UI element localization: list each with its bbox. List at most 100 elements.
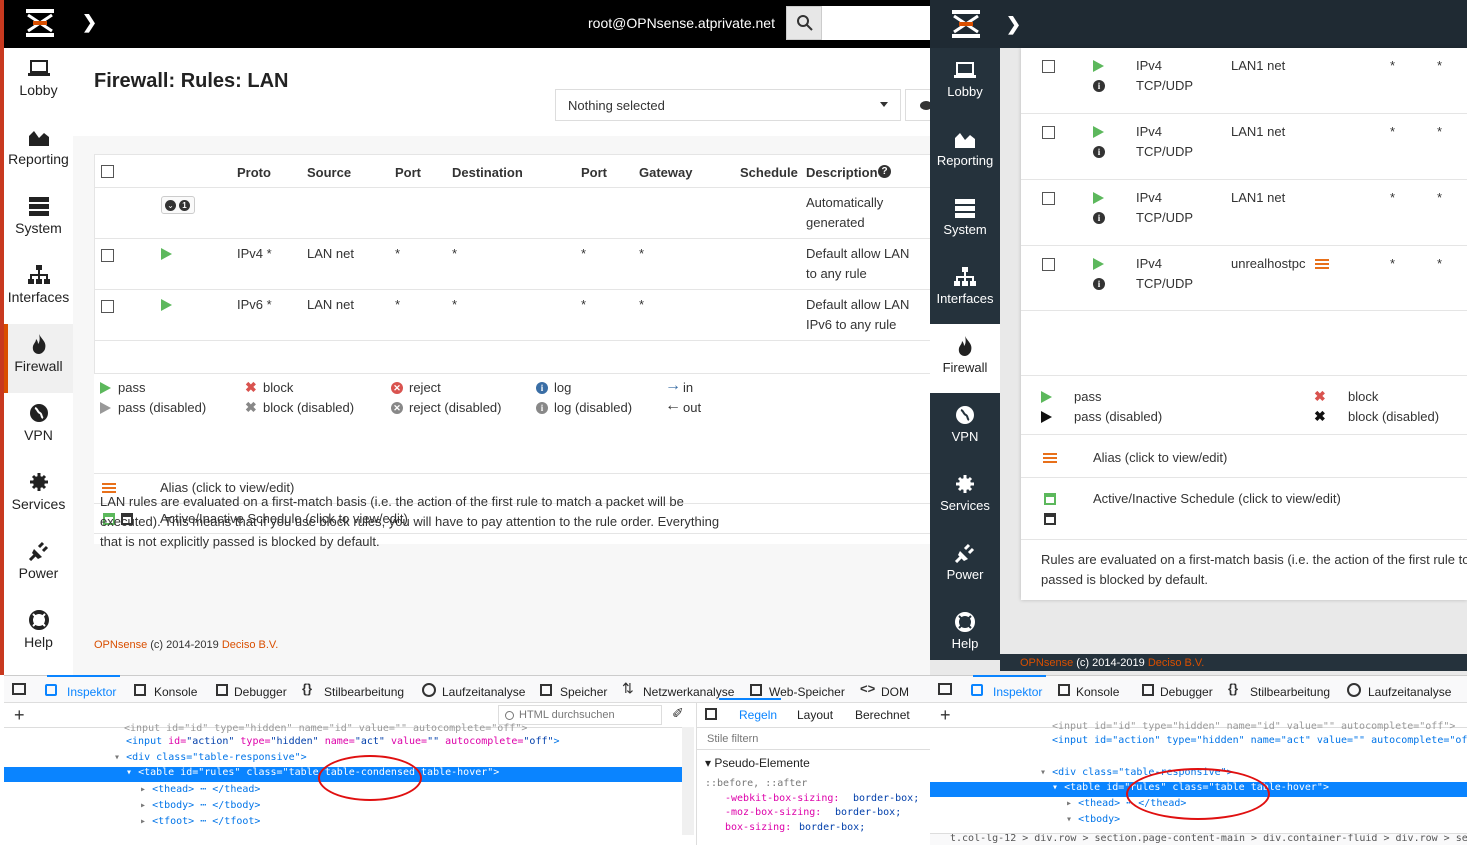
- tab-konsole[interactable]: Konsole: [1076, 685, 1119, 699]
- tab-web-speicher[interactable]: Web-Speicher: [769, 685, 845, 699]
- markup-line[interactable]: <input id="id" type="hidden" name="id" v…: [124, 723, 527, 734]
- collapse-chevron-icon[interactable]: ❯: [1006, 14, 1021, 35]
- help-icon[interactable]: ?: [878, 165, 891, 178]
- category-select[interactable]: Nothing selected: [555, 89, 901, 121]
- tab-regeln[interactable]: Regeln: [718, 698, 782, 722]
- footer-brand-link[interactable]: OPNsense: [94, 639, 147, 651]
- col-dest-port[interactable]: Port: [581, 165, 607, 180]
- tab-inspektor[interactable]: Inspektor: [46, 675, 121, 699]
- markup-line[interactable]: ▸ <tbody> ⋯ </tbody>: [140, 800, 260, 811]
- nav-system[interactable]: System: [4, 186, 73, 255]
- col-schedule[interactable]: Schedule: [740, 165, 798, 180]
- tab-speicher[interactable]: Speicher: [560, 685, 607, 699]
- markup-line[interactable]: <input id="action" type="hidden" name="a…: [1052, 735, 1467, 746]
- col-source[interactable]: Source: [307, 165, 351, 180]
- markup-line[interactable]: ▾ <div class="table-responsive">: [114, 752, 307, 763]
- user-label[interactable]: root@OPNsense.atprivate.net: [588, 15, 775, 31]
- rules-table: Proto Source Port Destination Port Gatew…: [94, 154, 930, 374]
- nav-firewall[interactable]: Firewall: [930, 324, 1000, 393]
- row-checkbox[interactable]: [101, 300, 114, 313]
- row-checkbox[interactable]: [1042, 258, 1055, 271]
- pass-icon[interactable]: [1093, 258, 1104, 270]
- nav-system[interactable]: System: [930, 186, 1000, 255]
- filter-styles-input[interactable]: Stile filtern: [707, 733, 758, 745]
- row-checkbox[interactable]: [1042, 60, 1055, 73]
- html-search-input[interactable]: HTML durchsuchen: [498, 705, 662, 725]
- markup-line[interactable]: ▸ <tfoot> ⋯ </tfoot>: [140, 816, 260, 827]
- pass-icon[interactable]: [161, 248, 172, 260]
- col-destination[interactable]: Destination: [452, 165, 523, 180]
- col-gateway[interactable]: Gateway: [639, 165, 692, 180]
- footer-company-link[interactable]: Deciso B.V.: [222, 639, 278, 651]
- code-val: "action": [186, 736, 241, 747]
- nav-reporting[interactable]: Reporting: [4, 117, 73, 186]
- markup-line[interactable]: <input id="id" type="hidden" name="id" v…: [1052, 721, 1455, 732]
- tab-debugger[interactable]: Debugger: [1160, 685, 1213, 699]
- info-icon[interactable]: i: [1093, 278, 1105, 290]
- nav-power[interactable]: Power: [4, 531, 73, 600]
- tab-konsole[interactable]: Konsole: [154, 685, 197, 699]
- col-description[interactable]: Description: [806, 165, 878, 180]
- tab-dom[interactable]: DOM: [881, 685, 909, 699]
- nav-help[interactable]: Help: [930, 600, 1000, 669]
- nav-interfaces[interactable]: Interfaces: [930, 255, 1000, 324]
- row-checkbox[interactable]: [1042, 192, 1055, 205]
- nav-vpn[interactable]: VPN: [930, 393, 1000, 462]
- add-node-icon[interactable]: +: [14, 705, 25, 726]
- pass-icon[interactable]: [1093, 126, 1104, 138]
- nav-interfaces[interactable]: Interfaces: [4, 255, 73, 324]
- tab-inspektor[interactable]: Inspektor: [972, 675, 1047, 699]
- info-icon[interactable]: i: [1093, 212, 1105, 224]
- nav-vpn[interactable]: VPN: [4, 393, 73, 462]
- info-icon[interactable]: i: [1093, 146, 1105, 158]
- opnsense-logo-icon[interactable]: [24, 7, 56, 39]
- pass-icon[interactable]: [161, 299, 172, 311]
- col-port[interactable]: Port: [395, 165, 421, 180]
- collapse-chevron-icon[interactable]: ❯: [82, 12, 97, 33]
- search-input[interactable]: [822, 6, 930, 40]
- inspect-button[interactable]: [905, 89, 930, 121]
- alias-list-icon[interactable]: [1315, 259, 1329, 270]
- layout-toggle-icon[interactable]: [705, 708, 717, 720]
- row-checkbox[interactable]: [101, 249, 114, 262]
- row-checkbox[interactable]: [1042, 126, 1055, 139]
- tab-netzwerkanalyse[interactable]: Netzwerkanalyse: [643, 685, 734, 699]
- expand-auto-rules-button[interactable]: ⌄ 1: [161, 196, 195, 214]
- nav-help[interactable]: Help: [4, 600, 73, 669]
- info-icon[interactable]: i: [1093, 80, 1105, 92]
- tab-laufzeitanalyse[interactable]: Laufzeitanalyse: [442, 685, 525, 699]
- network-icon: ⇅: [622, 680, 634, 696]
- select-all-checkbox[interactable]: [101, 165, 114, 178]
- tab-berechnet[interactable]: Berechnet: [855, 708, 910, 722]
- markup-line[interactable]: <input id="action" type="hidden" name="a…: [126, 736, 560, 747]
- tab-debugger[interactable]: Debugger: [234, 685, 287, 699]
- tab-laufzeitanalyse[interactable]: Laufzeitanalyse: [1368, 685, 1451, 699]
- pass-icon[interactable]: [1093, 192, 1104, 204]
- footer-company-link[interactable]: Deciso B.V.: [1148, 657, 1204, 669]
- footer-brand-link[interactable]: OPNsense: [1020, 657, 1073, 669]
- tab-layout[interactable]: Layout: [797, 708, 833, 722]
- nav-lobby[interactable]: Lobby: [930, 48, 1000, 117]
- pass-icon[interactable]: [1093, 60, 1104, 72]
- eyedropper-icon[interactable]: ✐: [672, 705, 684, 722]
- opnsense-logo-icon[interactable]: [950, 8, 982, 40]
- scrollbar[interactable]: [682, 727, 694, 835]
- pseudo-elements-toggle[interactable]: ▾ Pseudo-Elemente: [705, 756, 810, 770]
- markup-line[interactable]: ▸ <thead> ⋯ </thead>: [140, 784, 260, 795]
- nav-reporting[interactable]: Reporting: [930, 117, 1000, 186]
- tab-stilbearbeitung[interactable]: Stilbearbeitung: [1250, 685, 1330, 699]
- col-proto[interactable]: Proto: [237, 165, 271, 180]
- pick-element-icon[interactable]: [938, 683, 952, 695]
- tab-stilbearbeitung[interactable]: Stilbearbeitung: [324, 685, 404, 699]
- add-node-icon[interactable]: +: [940, 705, 951, 726]
- footer-copyright: (c) 2014-2019: [147, 639, 222, 651]
- nav-firewall[interactable]: Firewall: [4, 324, 73, 393]
- nav-services[interactable]: Services: [4, 462, 73, 531]
- nav-lobby[interactable]: Lobby: [4, 48, 73, 117]
- nav-power[interactable]: Power: [930, 531, 1000, 600]
- markup-line[interactable]: ▾ <tbody>: [1066, 814, 1120, 825]
- nav-services[interactable]: Services: [930, 462, 1000, 531]
- search-button[interactable]: [786, 6, 822, 40]
- pick-element-icon[interactable]: [12, 683, 26, 695]
- breadcrumb-text[interactable]: t.col-lg-12 > div.row > section.page-con…: [950, 834, 1467, 844]
